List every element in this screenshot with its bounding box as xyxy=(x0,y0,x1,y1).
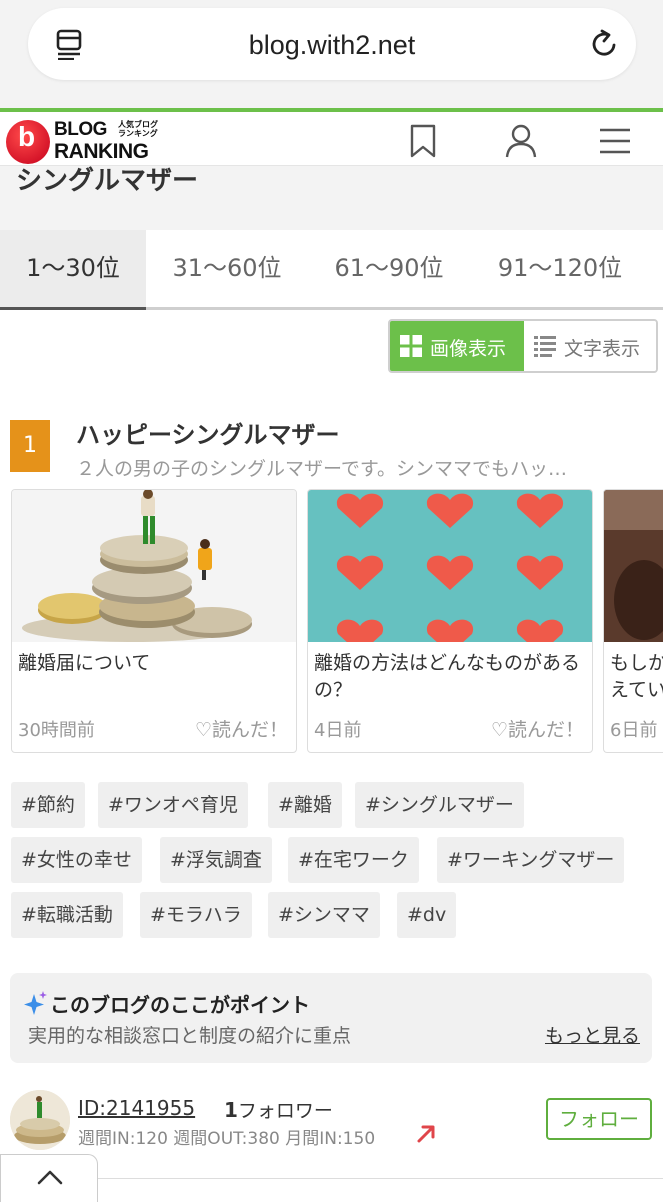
blog-title-link[interactable]: ハッピーシングルマザー xyxy=(76,415,340,450)
url-text[interactable]: blog.with2.net xyxy=(28,30,636,61)
article-title: 離婚の方法はどんなものがあるの？ xyxy=(314,652,581,701)
blog-ranking-logo[interactable]: b BLOG 人気ブログ ランキング RANKING xyxy=(6,118,166,164)
article-card[interactable]: 離婚の方法はどんなものがあるの？ 4日前 ♡読んだ！ xyxy=(307,489,593,753)
logo-subtext: 人気ブログ ランキング xyxy=(118,120,158,138)
image-view-button[interactable]: 画像表示 xyxy=(390,321,524,371)
article-thumbnail xyxy=(12,490,296,642)
blog-point-box: このブログのここがポイント 実用的な相談窓口と制度の紹介に重点 もっと見る xyxy=(10,973,652,1063)
text-view-label: 文字表示 xyxy=(564,338,641,360)
site-header: b BLOG 人気ブログ ランキング RANKING xyxy=(0,108,663,166)
rank-range-tabs: 1〜30位 31〜60位 61〜90位 91〜120位 xyxy=(0,230,663,310)
browser-toolbar: blog.with2.net xyxy=(0,0,663,108)
tag-chip[interactable]: #シンママ xyxy=(268,892,380,938)
tag-chip[interactable]: #モラハラ xyxy=(140,892,252,938)
sparkle-icon xyxy=(24,991,47,1015)
article-time: 30時間前 xyxy=(18,720,95,741)
read-label: 読んだ！ xyxy=(507,719,584,741)
follower-count: 1フォロワー xyxy=(224,1098,333,1122)
user-icon[interactable] xyxy=(502,122,540,160)
bookmark-icon[interactable] xyxy=(404,122,442,160)
article-time: 4日前 xyxy=(314,720,362,741)
heart-icon: ♡ xyxy=(490,719,508,741)
tab-rank-31-60[interactable]: 31〜60位 xyxy=(146,230,308,307)
grid-icon xyxy=(400,335,422,357)
tag-chip[interactable]: #節約 xyxy=(11,782,85,828)
address-bar[interactable]: blog.with2.net xyxy=(28,8,636,80)
tag-chip[interactable]: #ワーキングマザー xyxy=(437,837,625,883)
article-title: もしか えてい xyxy=(610,652,663,701)
tag-chip[interactable]: #在宅ワーク xyxy=(288,837,419,883)
chevron-up-icon xyxy=(37,1170,63,1185)
avatar[interactable] xyxy=(10,1090,70,1150)
list-icon xyxy=(534,336,556,357)
tag-chip[interactable]: #転職活動 xyxy=(11,892,123,938)
blogger-id-link[interactable]: ID:2141955 xyxy=(78,1096,195,1120)
tag-chip[interactable]: #シングルマザー xyxy=(355,782,524,828)
scroll-up-button[interactable] xyxy=(0,1154,98,1202)
trend-up-icon xyxy=(417,1125,435,1143)
read-button[interactable]: ♡読んだ！ xyxy=(491,715,584,742)
article-time: 6日前 xyxy=(610,720,658,741)
tag-chip[interactable]: #浮気調査 xyxy=(160,837,272,883)
follow-button[interactable]: フォロー xyxy=(546,1098,652,1140)
article-thumbnail xyxy=(604,490,663,642)
reload-icon[interactable] xyxy=(588,28,620,60)
tab-rank-91-120[interactable]: 91〜120位 xyxy=(470,230,650,307)
read-button[interactable]: ♡読んだ！ xyxy=(195,715,288,742)
article-card[interactable]: もしか えてい 6日前 xyxy=(603,489,663,753)
tag-chip[interactable]: #dv xyxy=(397,892,457,938)
category-title: シングルマザー xyxy=(16,166,199,196)
heart-icon: ♡ xyxy=(194,719,212,741)
article-thumbnail xyxy=(308,490,592,642)
text-view-button[interactable]: 文字表示 xyxy=(524,321,656,371)
read-label: 読んだ！ xyxy=(211,719,288,741)
traffic-stats: 週間IN:120 週間OUT:380 月間IN:150 xyxy=(78,1129,376,1149)
article-card[interactable]: 離婚届について 30時間前 ♡読んだ！ xyxy=(11,489,297,753)
menu-icon[interactable] xyxy=(596,122,634,160)
blog-description: ２人の男の子のシングルマザーです。シンママでもハッ… xyxy=(76,458,567,480)
point-title: このブログのここがポイント xyxy=(50,993,310,1017)
article-title: 離婚届について xyxy=(18,652,151,674)
point-body: 実用的な相談窓口と制度の紹介に重点 xyxy=(28,1025,352,1047)
tag-chip[interactable]: #離婚 xyxy=(268,782,342,828)
tab-rank-1-30[interactable]: 1〜30位 xyxy=(0,230,146,310)
tag-chip[interactable]: #女性の幸せ xyxy=(11,837,142,883)
divider xyxy=(98,1178,663,1179)
category-header: シングルマザー xyxy=(0,166,663,230)
tab-rank-61-90[interactable]: 61〜90位 xyxy=(308,230,470,307)
view-mode-toggle: 画像表示 文字表示 xyxy=(388,319,658,373)
see-more-link[interactable]: もっと見る xyxy=(545,1021,640,1048)
logo-text-top: BLOG xyxy=(54,119,107,140)
tag-chip[interactable]: #ワンオペ育児 xyxy=(98,782,248,828)
image-view-label: 画像表示 xyxy=(430,338,507,360)
rank-badge: 1 xyxy=(10,420,50,472)
